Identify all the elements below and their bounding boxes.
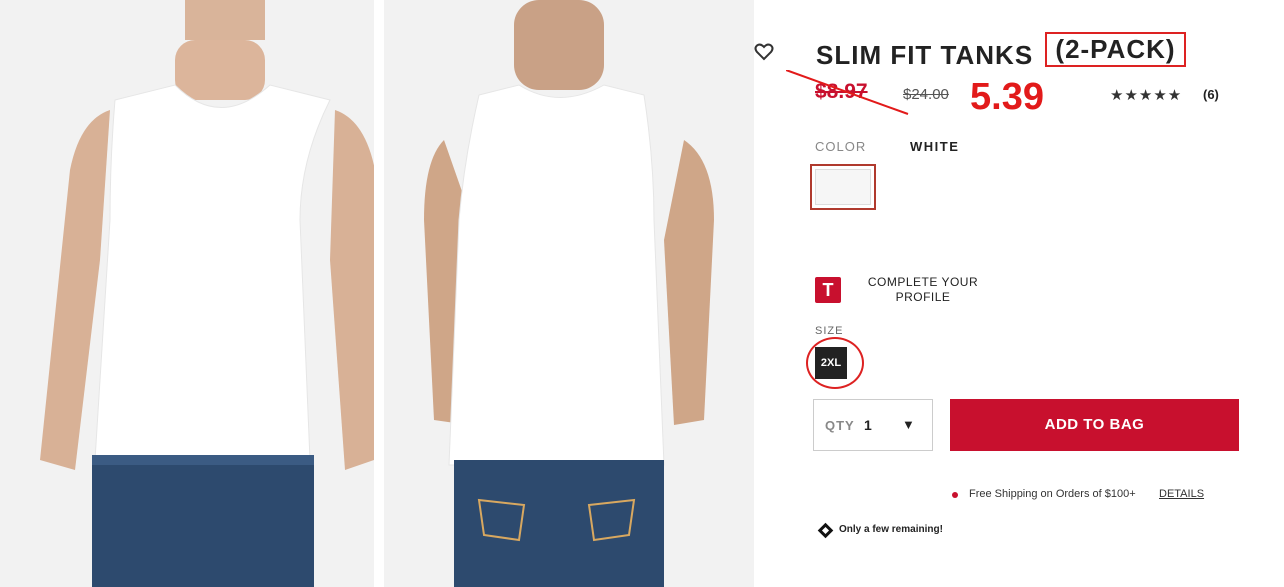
add-to-bag-button[interactable]: ADD TO BAG (950, 399, 1239, 451)
stock-status: Only a few remaining! (839, 524, 943, 535)
size-label: SIZE (815, 325, 844, 337)
qty-label: QTY (825, 418, 855, 433)
qty-value: 1 (864, 417, 872, 433)
color-label: COLOR (815, 139, 867, 154)
model-front-illustration (0, 0, 374, 587)
complete-profile-link[interactable]: COMPLETE YOUR PROFILE (862, 275, 984, 305)
quantity-select[interactable]: QTY 1 ▼ (813, 399, 933, 451)
shipping-details-link[interactable]: DETAILS (1159, 488, 1204, 500)
model-back-illustration (384, 0, 754, 587)
swatch-fill (815, 169, 871, 205)
stock-alert-icon (817, 522, 834, 539)
product-photo-back[interactable] (384, 0, 754, 587)
color-swatch-white[interactable] (810, 164, 876, 210)
shipping-dot-icon (952, 492, 958, 498)
review-count[interactable]: (6) (1203, 87, 1219, 102)
product-title-text: SLIM FIT TANKS (816, 40, 1034, 70)
product-pack-label: (2-PACK) (1045, 32, 1186, 67)
size-option-2xl[interactable]: 2XL (815, 347, 847, 379)
price-strike-annotation (786, 70, 909, 115)
profile-icon[interactable]: T (815, 277, 841, 303)
heart-icon[interactable] (754, 42, 774, 62)
product-title: SLIM FIT TANKS (2-PACK) (816, 32, 1186, 73)
caret-down-icon: ▼ (902, 417, 915, 432)
product-photo-front[interactable] (0, 0, 374, 587)
rating-stars-icon[interactable]: ★★★★★ (1110, 86, 1182, 104)
price-annotation: 5.39 (970, 76, 1044, 118)
original-price: $24.00 (903, 86, 949, 103)
color-value: WHITE (910, 139, 960, 154)
shipping-text: Free Shipping on Orders of $100+ (969, 488, 1136, 500)
